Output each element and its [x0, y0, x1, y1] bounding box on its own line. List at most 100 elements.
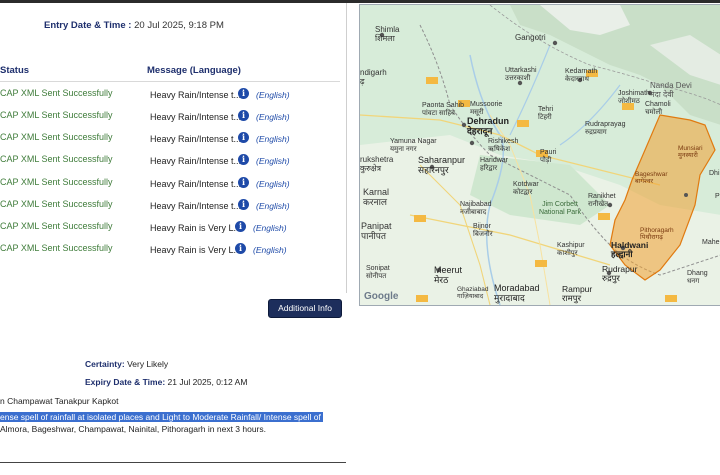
map-label-rudraprayag: Rudraprayag रुद्रप्रयाग	[585, 121, 626, 136]
map-label-dhangadhi: Dhang धनग	[687, 270, 708, 285]
status-column-header: Status	[0, 65, 30, 76]
info-icon[interactable]: i	[238, 177, 249, 188]
map-label-chandigarh: ndigarh ढ़	[360, 68, 387, 86]
info-icon[interactable]: i	[238, 110, 249, 121]
status-text: CAP XML Sent Successfully	[0, 243, 113, 253]
message-text: Heavy Rain/Intense t...	[150, 90, 242, 100]
map-label-uttarkashi: Uttarkashi उत्तरकाशी	[505, 67, 537, 82]
status-text: CAP XML Sent Successfully	[0, 221, 113, 231]
table-row: CAP XML Sent Successfully Heavy Rain/Int…	[0, 132, 340, 154]
table-row: CAP XML Sent Successfully Heavy Rain/Int…	[0, 177, 340, 199]
language-link[interactable]: (English)	[256, 112, 290, 122]
map-label-rishikesh: Rishikesh ऋषिकेश	[488, 138, 519, 153]
message-text: Heavy Rain/Intense t...	[150, 201, 242, 211]
status-text: CAP XML Sent Successfully	[0, 199, 113, 209]
certainty-value: Very Likely	[127, 359, 169, 369]
table-row: CAP XML Sent Successfully Heavy Rain is …	[0, 243, 340, 265]
certainty: Certainty: Very Likely	[85, 359, 168, 369]
map-label-bijnor: Bijnor बिजनौर	[473, 223, 493, 238]
map-label-kashipur: Kashipur काशीपुर	[557, 242, 585, 257]
alert-description-line-1: ense spell of rainfall at isolated place…	[0, 412, 323, 422]
expiry-label: Expiry Date & Time:	[85, 377, 166, 387]
map-label-kedarnath: Kedarnath केदारनाथ	[565, 68, 598, 83]
map-label-rudrapur: Rudrapur रुद्रपुर	[602, 264, 638, 283]
entry-datetime-value: 20 Jul 2025, 9:18 PM	[134, 20, 224, 31]
info-icon[interactable]: i	[235, 243, 246, 254]
map-label-haridwar: Haridwar हरिद्वार	[480, 157, 509, 172]
map-label-shimla: Shimla शिमला	[375, 25, 400, 43]
map-label-mussoorie: Mussoorie मसूरी	[470, 101, 503, 116]
map-label-pauri: Pauri पौड़ी	[540, 149, 557, 164]
map-label-nandadevi: Nanda Devi नंदा देवी	[650, 81, 692, 99]
table-row: CAP XML Sent Successfully Heavy Rain/Int…	[0, 110, 340, 132]
message-column-header: Message (Language)	[147, 65, 241, 76]
map-label-paonta: Paonta Sahib पांवटा साहिब	[422, 102, 465, 117]
table-row: CAP XML Sent Successfully Heavy Rain/Int…	[0, 154, 340, 176]
map-label-karnal: Karnal करनाल	[363, 187, 390, 207]
map-label-saharanpur: Saharanpur सहारनपुर	[418, 155, 466, 175]
map-label-dhi: Dhi	[709, 170, 720, 177]
entry-datetime-label: Entry Date & Time :	[44, 20, 132, 31]
message-text: Heavy Rain is Very L...	[150, 245, 242, 255]
language-link[interactable]: (English)	[256, 134, 290, 144]
map-label-mahe: Mahe	[702, 239, 720, 246]
status-text: CAP XML Sent Successfully	[0, 110, 113, 120]
status-text: CAP XML Sent Successfully	[0, 177, 113, 187]
language-link[interactable]: (English)	[253, 245, 287, 255]
map-label-kurukshetra: rukshetra कुरुक्षेत्र	[360, 155, 394, 173]
map-label-bageshwar: Bageshwar बागेश्वर	[635, 171, 668, 185]
table-row: CAP XML Sent Successfully Heavy Rain/Int…	[0, 199, 340, 221]
map-label-pithoragarh: Pithoragarh पिथौरागढ़	[640, 227, 674, 241]
info-icon[interactable]: i	[238, 199, 249, 210]
table-row: CAP XML Sent Successfully Heavy Rain is …	[0, 221, 340, 243]
map-label-rampur: Rampur रामपुर	[562, 284, 593, 303]
map-label-haldwani: Haldwani हल्द्वानी	[611, 240, 649, 259]
expiry-value: 21 Jul 2025, 0:12 AM	[167, 377, 248, 387]
map-label-moradabad: Moradabad मुरादाबाद	[494, 283, 540, 303]
map-label-yamunanagar: Yamuna Nagar यमुना नगर	[390, 138, 437, 153]
map-label-munsiari: Munsiari मुनस्यारी	[678, 145, 703, 159]
map-label-tehri: Tehri टिहरी	[538, 106, 554, 121]
status-text: CAP XML Sent Successfully	[0, 154, 113, 164]
alert-areas: n Champawat Tanakpur Kapkot	[0, 396, 119, 406]
map-label-panipat: Panipat पानीपत	[361, 221, 392, 241]
map-label-dehradun: Dehradun देहरादून	[467, 116, 510, 136]
map-label-sonipat: Sonipat सोनीपत	[366, 265, 390, 280]
map-label-meerut: Meerut मेरठ	[434, 265, 463, 285]
message-text: Heavy Rain/Intense t...	[150, 156, 242, 166]
map-label-najibabad: Najibabad नजीबाबाद	[460, 201, 492, 216]
expiry-datetime: Expiry Date & Time: 21 Jul 2025, 0:12 AM	[85, 377, 247, 387]
map-label-ghaziabad: Ghaziabad गाज़ियाबाद	[457, 286, 489, 300]
entry-datetime: Entry Date & Time : 20 Jul 2025, 9:18 PM	[44, 20, 224, 31]
alert-map[interactable]: Shimla शिमला ndigarh ढ़ Gangotri Uttarkash…	[359, 4, 720, 306]
map-label-p: P	[715, 193, 720, 200]
message-text: Heavy Rain is Very L...	[150, 223, 242, 233]
message-text: Heavy Rain/Intense t...	[150, 134, 242, 144]
map-label-ranikhet: Ranikhet रानीखेत	[588, 193, 616, 208]
certainty-label: Certainty:	[85, 359, 125, 369]
status-text: CAP XML Sent Successfully	[0, 132, 113, 142]
table-row: CAP XML Sent Successfully Heavy Rain/Int…	[0, 88, 340, 110]
language-link[interactable]: (English)	[256, 156, 290, 166]
map-label-corbett: Jim Corbett National Park	[538, 201, 582, 216]
alert-description-line-2: Almora, Bageshwar, Champawat, Nainital, …	[0, 424, 266, 434]
message-text: Heavy Rain/Intense t...	[150, 112, 242, 122]
message-text: Heavy Rain/Intense t...	[150, 179, 242, 189]
google-logo: Google	[364, 291, 399, 302]
additional-info-button[interactable]: Additional Info	[268, 299, 342, 318]
bottom-divider	[0, 462, 346, 463]
map-label-kotdwar: Kotdwar कोटद्वार	[513, 181, 539, 196]
info-icon[interactable]: i	[235, 221, 246, 232]
language-link[interactable]: (English)	[256, 90, 290, 100]
info-icon[interactable]: i	[238, 88, 249, 99]
language-link[interactable]: (English)	[253, 223, 287, 233]
status-text: CAP XML Sent Successfully	[0, 88, 113, 98]
map-label-gangotri: Gangotri	[515, 33, 546, 42]
map-label-chamoli: Chamoli चमोली	[645, 101, 671, 116]
alert-history-panel: Entry Date & Time : 20 Jul 2025, 9:18 PM…	[0, 3, 347, 293]
header-divider	[0, 81, 340, 82]
language-link[interactable]: (English)	[256, 201, 290, 211]
language-link[interactable]: (English)	[256, 179, 290, 189]
info-icon[interactable]: i	[238, 154, 249, 165]
info-icon[interactable]: i	[238, 132, 249, 143]
